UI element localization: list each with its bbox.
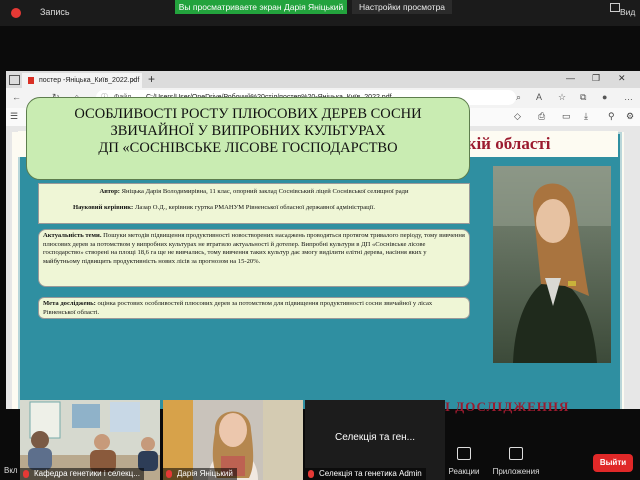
zoom-icon[interactable]: ⌕ <box>516 92 521 103</box>
authors-box: Автор: Яніцька Дарія Володимирівна, 11 к… <box>38 183 470 224</box>
muted-mic-icon <box>166 470 172 478</box>
contents-icon[interactable]: ☰ <box>10 111 18 122</box>
supervisor-text: Лазар О.Д., керівник гуртка РМАНУМ Рівне… <box>134 204 375 211</box>
close-tab-icon[interactable]: × <box>131 73 136 88</box>
results-heading: І ДОСЛІДЖЕННЯ <box>445 399 570 414</box>
reactions-label: Реакции <box>448 467 480 476</box>
relevance-text: Пошуки методів підвищення продуктивності… <box>43 232 465 265</box>
record-icon <box>11 8 21 18</box>
view-options-button[interactable]: Настройки просмотра <box>352 0 452 14</box>
participant-name: Селекція та генетика Admin <box>319 469 422 478</box>
participant-name: Кафедра генетики і селекц... <box>34 469 140 478</box>
poster-title-line: ДП «СОСНІВСЬКЕ ЛІСОВЕ ГОСПОДАРСТВО <box>98 140 398 156</box>
browser-tab-bar: постер -Яніцька_Київ_2022.pdf × + — ❐ ✕ <box>6 71 640 88</box>
apps-label: Приложения <box>492 467 540 476</box>
save-as-icon[interactable]: ⤓ <box>584 111 588 122</box>
pin-icon[interactable]: ⚲ <box>608 111 615 122</box>
grid-view-icon <box>610 3 620 12</box>
reactions-button[interactable]: Реакции <box>439 447 489 480</box>
participant-display-name: Селекція та ген... <box>335 432 416 443</box>
author-text: Яніцька Дарія Володимирівна, 11 клас, оп… <box>121 188 409 195</box>
author-label: Автор: <box>99 188 120 195</box>
video-tile[interactable]: Кафедра генетики і селекц... <box>20 400 160 480</box>
aim-text: оцінка ростових особливостей плюсових де… <box>43 300 433 316</box>
muted-mic-icon <box>308 470 314 478</box>
print-icon[interactable]: ⎙ <box>538 111 545 122</box>
screen-share-banner: Вы просматриваете экран Дарія Яніцький <box>175 0 347 14</box>
pdf-icon <box>28 77 34 84</box>
browser-tab[interactable]: постер -Яніцька_Київ_2022.pdf × <box>22 73 142 88</box>
muted-mic-icon <box>23 470 29 478</box>
erase-icon[interactable]: ◇ <box>514 111 521 122</box>
settings-icon[interactable]: ⚙ <box>626 111 634 122</box>
window-controls: — ❐ ✕ <box>560 71 640 88</box>
close-window-icon[interactable]: ✕ <box>618 73 626 84</box>
relevance-box: Актуальність теми. Пошуки методів підвищ… <box>38 229 470 287</box>
back-icon[interactable]: ← <box>12 92 21 102</box>
read-aloud-icon[interactable]: A <box>536 92 542 102</box>
record-label[interactable]: Запись <box>40 7 70 17</box>
view-button[interactable]: Вид <box>600 0 640 26</box>
participant-name-label: Селекція та генетика Admin <box>305 468 426 480</box>
window-menu-icon[interactable] <box>9 75 20 85</box>
view-label: Вид <box>620 7 636 17</box>
new-tab-icon[interactable]: + <box>148 72 155 86</box>
minimize-icon[interactable]: — <box>566 73 575 83</box>
reactions-icon <box>457 447 471 460</box>
mic-button-label[interactable]: Вкл <box>4 466 18 475</box>
profile-icon[interactable]: ● <box>602 92 607 102</box>
collections-icon[interactable]: ⧉ <box>580 92 586 103</box>
zoom-top-bar: Запись Вы просматриваете экран Дарія Яні… <box>0 0 640 26</box>
aim-box: Мета досліджень: оцінка ростових особлив… <box>38 297 470 319</box>
poster-title-box: ОСОБЛИВОСТІ РОСТУ ПЛЮСОВИХ ДЕРЕВ СОСНИ З… <box>26 97 470 180</box>
favorite-icon[interactable]: ☆ <box>558 92 566 103</box>
poster-title-line: ОСОБЛИВОСТІ РОСТУ ПЛЮСОВИХ ДЕРЕВ СОСНИ <box>74 106 422 122</box>
supervisor-label: Науковий керівник: <box>73 204 134 211</box>
participant-name-label: Дарія Яніцький <box>163 468 237 480</box>
apps-button[interactable]: Приложения <box>491 447 541 480</box>
leave-button[interactable]: Выйти <box>593 454 633 472</box>
participant-name-label: Кафедра генетики і селекц... <box>20 468 144 480</box>
relevance-label: Актуальність теми. <box>43 232 102 239</box>
maximize-icon[interactable]: ❐ <box>592 73 600 84</box>
author-photo <box>493 166 611 363</box>
participant-name: Дарія Яніцький <box>177 469 233 478</box>
save-icon[interactable]: ▭ <box>562 111 571 122</box>
video-tile[interactable]: Селекція та ген... Селекція та генетика … <box>305 400 445 480</box>
video-tile[interactable]: Дарія Яніцький <box>163 400 303 480</box>
tab-title: постер -Яніцька_Київ_2022.pdf <box>39 77 140 84</box>
more-icon[interactable]: … <box>624 92 633 102</box>
poster-title-line: ЗВИЧАЙНОЇ У ВИПРОБНИХ КУЛЬТУРАХ <box>110 123 386 139</box>
aim-label: Мета досліджень: <box>43 300 96 307</box>
apps-icon <box>509 447 523 460</box>
